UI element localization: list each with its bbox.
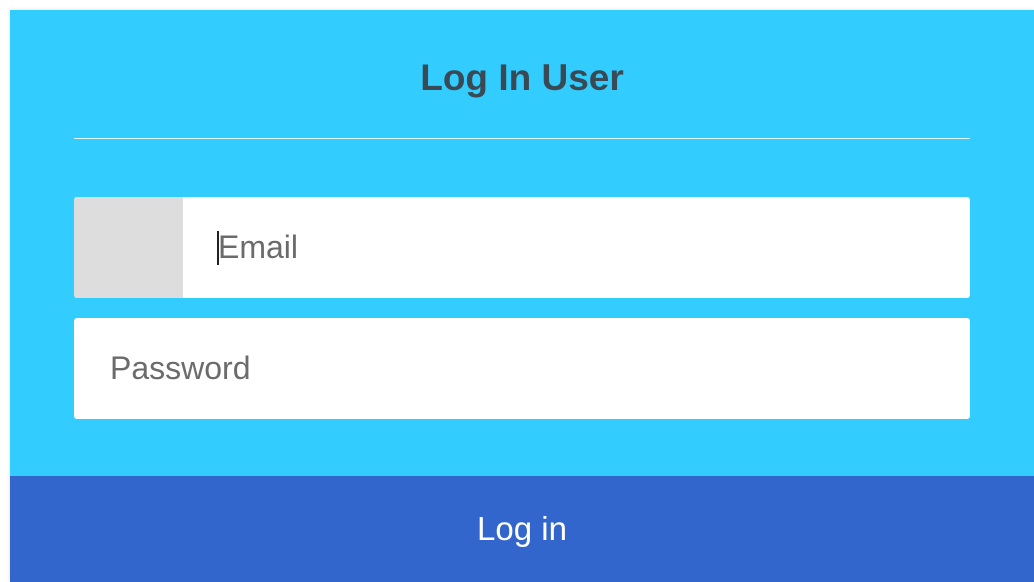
email-input-addon xyxy=(74,197,183,298)
login-button[interactable]: Log in xyxy=(10,476,1034,582)
password-input[interactable] xyxy=(110,318,958,419)
text-cursor xyxy=(217,231,219,265)
title-divider xyxy=(74,138,970,139)
password-field-group xyxy=(74,318,970,419)
login-card: Log In User Log in xyxy=(10,10,1034,582)
email-field-group xyxy=(74,197,970,298)
email-input[interactable] xyxy=(218,197,958,298)
page-title: Log In User xyxy=(420,57,624,98)
